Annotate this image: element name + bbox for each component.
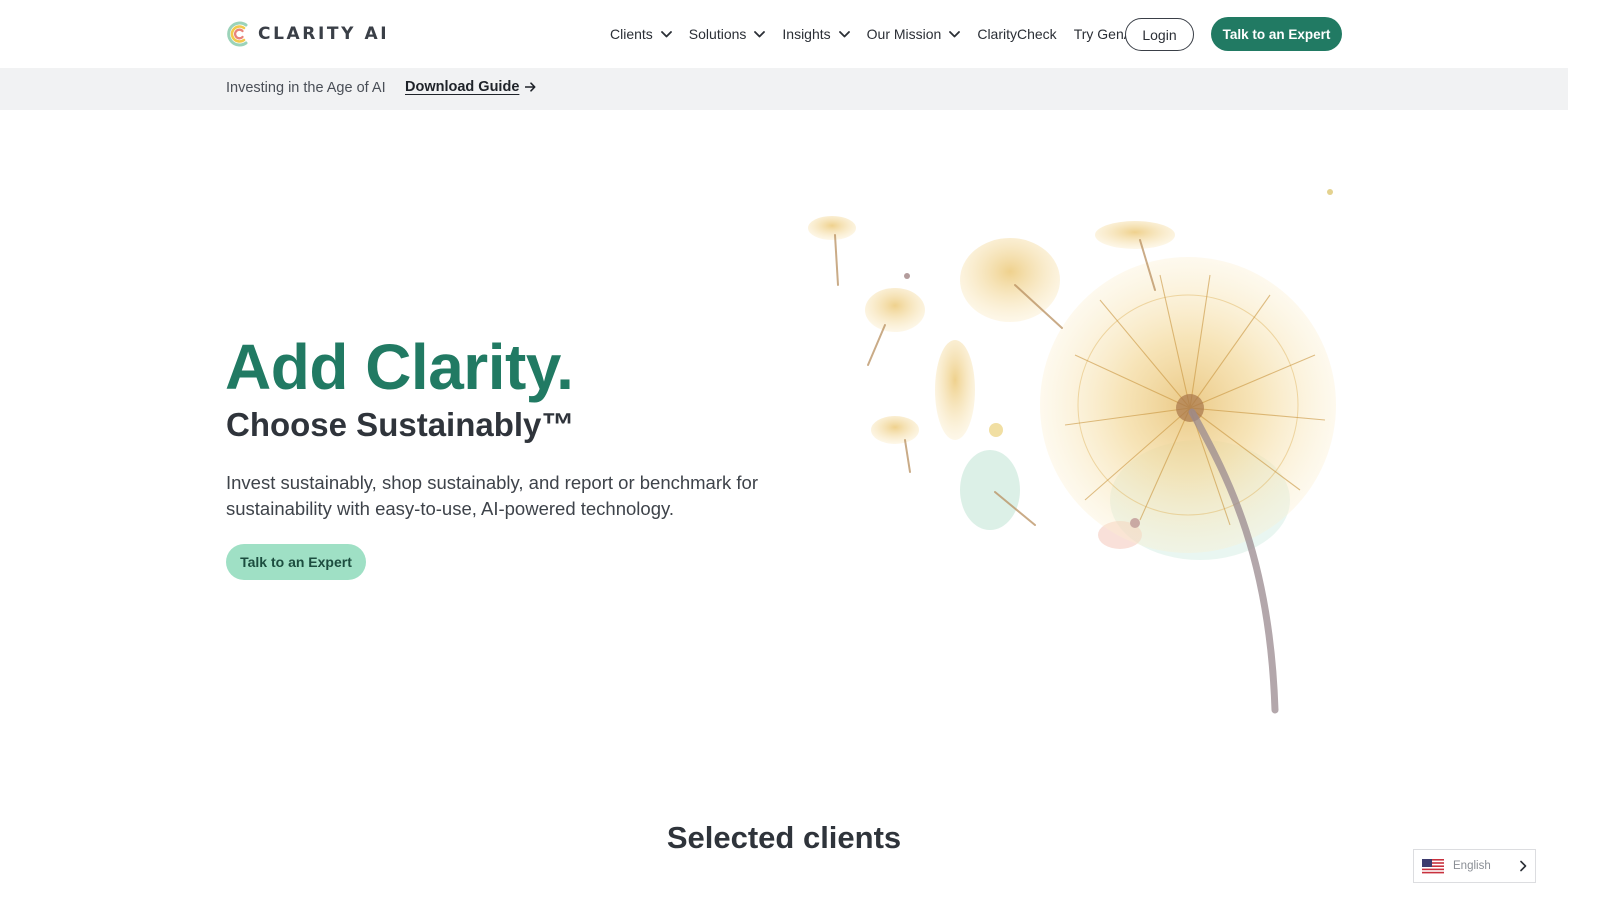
chevron-down-icon: [754, 30, 766, 37]
announcement-text: Investing in the Age of AI: [226, 80, 386, 96]
login-button[interactable]: Login: [1125, 18, 1194, 51]
language-label: English: [1453, 860, 1491, 872]
announcement-bar: Investing in the Age of AI Download Guid…: [0, 68, 1568, 110]
hero-title: Add Clarity.: [225, 331, 574, 403]
nav-item-our-mission[interactable]: Our Mission: [867, 26, 961, 42]
us-flag-icon: [1422, 858, 1444, 874]
chevron-down-icon: [838, 30, 850, 37]
nav-item-label: Our Mission: [866, 26, 942, 42]
dandelion-illustration: [808, 189, 1336, 714]
download-guide-label: Download Guide: [405, 79, 520, 95]
nav-item-claritycheck[interactable]: ClarityCheck: [977, 26, 1056, 42]
chevron-right-icon: [1520, 860, 1527, 872]
language-selector[interactable]: English: [1413, 849, 1536, 883]
clarity-ai-logo[interactable]: CLARITY AI: [226, 19, 389, 49]
nav-item-insights[interactable]: Insights: [782, 26, 850, 42]
logo-text: CLARITY AI: [258, 24, 390, 44]
main-nav: Clients Solutions Insights Our Mission C…: [610, 18, 1154, 50]
nav-item-label: Insights: [782, 26, 831, 42]
nav-item-solutions[interactable]: Solutions: [689, 26, 766, 42]
chevron-down-icon: [949, 30, 961, 37]
talk-to-expert-header-button[interactable]: Talk to an Expert: [1211, 17, 1342, 51]
download-guide-link[interactable]: Download Guide: [405, 79, 536, 95]
talk-to-expert-hero-button[interactable]: Talk to an Expert: [226, 544, 366, 580]
hero-description: Invest sustainably, shop sustainably, an…: [226, 472, 758, 519]
chevron-down-icon: [660, 30, 672, 37]
nav-item-label: ClarityCheck: [977, 26, 1057, 42]
site-header: CLARITY AI Clients Solutions Insights Ou…: [0, 0, 1568, 68]
nav-item-clients[interactable]: Clients: [610, 26, 672, 42]
hero-subtitle: Choose Sustainably™: [226, 406, 575, 443]
logo-mark-icon: [227, 21, 248, 47]
selected-clients-heading: Selected clients: [666, 820, 902, 855]
nav-item-label: Solutions: [688, 26, 747, 42]
nav-item-label: Clients: [610, 26, 653, 42]
arrow-right-icon: [525, 82, 536, 92]
